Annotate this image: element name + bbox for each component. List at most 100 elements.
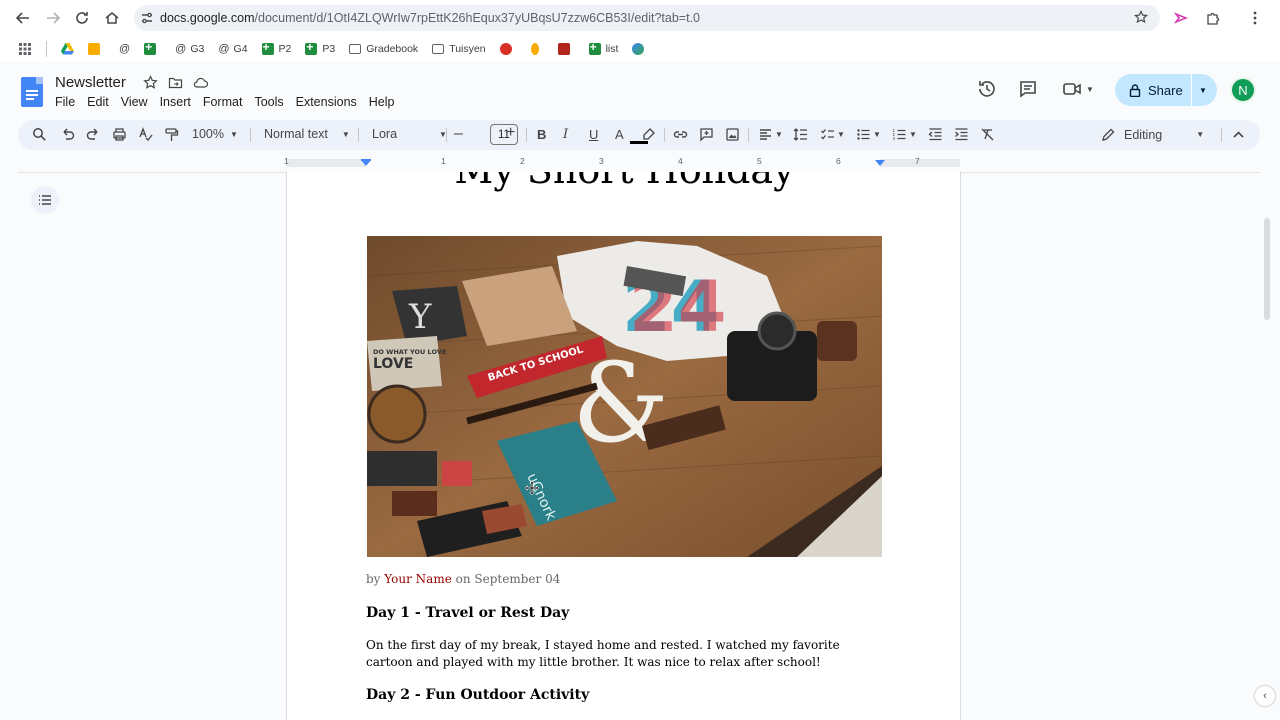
apps-grid-icon[interactable]	[18, 42, 32, 56]
sheets-icon	[261, 40, 274, 55]
site-info-icon[interactable]	[134, 11, 160, 25]
byline[interactable]: by Your Name on September 04	[366, 572, 560, 586]
menu-edit[interactable]: Edit	[87, 95, 109, 109]
bookmark-label: P2	[278, 43, 292, 55]
folder-icon	[432, 44, 445, 54]
menu-help[interactable]: Help	[369, 95, 395, 109]
bookmark-star-icon[interactable]	[1133, 10, 1149, 29]
menu-view[interactable]: View	[121, 95, 148, 109]
increase-font-size-button[interactable]: +	[506, 124, 515, 142]
editing-mode-select[interactable]: Editing ▼	[1101, 127, 1204, 142]
underline-button[interactable]: U	[589, 127, 598, 142]
chevron-down-icon: ▼	[775, 130, 783, 139]
menu-format[interactable]: Format	[203, 95, 243, 109]
day2-heading[interactable]: Day 2 - Fun Outdoor Activity	[366, 687, 589, 703]
clear-formatting-icon[interactable]	[980, 127, 995, 142]
bookmark-drive[interactable]	[61, 43, 74, 55]
menu-extensions[interactable]: Extensions	[296, 95, 357, 109]
align-icon[interactable]: ▼	[758, 127, 783, 142]
bookmark-sheet-1[interactable]	[144, 40, 161, 55]
left-indent-marker[interactable]	[361, 160, 371, 166]
increase-indent-icon[interactable]	[954, 127, 969, 142]
menu-insert[interactable]: Insert	[160, 95, 191, 109]
menu-tools[interactable]: Tools	[254, 95, 283, 109]
undo-icon[interactable]	[60, 127, 75, 142]
sheets-icon	[588, 40, 601, 55]
forward-icon[interactable]	[38, 3, 68, 33]
document-heading[interactable]: My Short Holiday	[287, 172, 960, 192]
bookmark-list[interactable]: list	[588, 40, 618, 55]
browser-menu-icon[interactable]	[1242, 5, 1268, 31]
bulleted-list-icon[interactable]: ▼	[856, 127, 881, 142]
insert-link-icon[interactable]	[673, 127, 688, 142]
ruler-number: 4	[678, 156, 683, 166]
hide-menus-icon[interactable]	[1231, 127, 1246, 142]
document-title[interactable]: Newsletter	[55, 74, 126, 91]
share-button[interactable]: Share ▼	[1115, 74, 1217, 106]
text-color-button[interactable]: A	[615, 127, 624, 142]
document-page[interactable]: My Short Holiday 24 24 Y	[286, 172, 961, 720]
paint-format-icon[interactable]	[164, 127, 179, 142]
line-spacing-icon[interactable]	[793, 127, 808, 142]
zoom-select[interactable]: 100% ▼	[192, 127, 238, 141]
font-value: Lora	[372, 127, 398, 141]
toolbar-divider	[664, 128, 665, 142]
bookmark-g4[interactable]: @ G4	[218, 43, 247, 55]
holiday-photo[interactable]: 24 24 Y DO WHAT YOU LOVE LOVE BACK TO SC…	[367, 236, 882, 557]
right-indent-marker[interactable]	[875, 160, 885, 166]
bookmark-tuisyen[interactable]: Tuisyen	[432, 43, 486, 55]
decrease-indent-icon[interactable]	[928, 127, 943, 142]
search-menus-icon[interactable]	[32, 127, 47, 142]
menu-file[interactable]: File	[55, 95, 75, 109]
avatar[interactable]: N	[1230, 77, 1256, 103]
bookmark-g3[interactable]: @ G3	[175, 43, 204, 55]
move-folder-icon[interactable]	[168, 75, 183, 95]
print-icon[interactable]	[112, 127, 127, 142]
day1-paragraph[interactable]: On the first day of my break, I stayed h…	[366, 637, 886, 671]
bookmark-edge[interactable]	[632, 43, 649, 55]
spellcheck-icon[interactable]	[138, 127, 153, 142]
bookmark-coin[interactable]	[530, 43, 544, 55]
author-name: Your Name	[384, 572, 452, 586]
ruler-margin-left	[286, 159, 366, 167]
decrease-font-size-button[interactable]: –	[454, 125, 463, 143]
address-bar[interactable]: docs.google.com/document/d/1OtI4ZLQWrIw7…	[134, 5, 1160, 31]
add-comment-icon[interactable]	[699, 127, 714, 142]
star-icon[interactable]	[143, 75, 158, 95]
extensions-puzzle-icon[interactable]	[1199, 5, 1225, 31]
bookmark-p3[interactable]: P3	[305, 40, 335, 55]
home-icon[interactable]	[97, 3, 127, 33]
bookmark-red-square[interactable]	[557, 43, 575, 55]
web-icon: @	[175, 43, 187, 55]
meet-video-icon[interactable]: ▼	[1062, 79, 1094, 99]
redo-icon[interactable]	[86, 127, 101, 142]
docs-logo-icon[interactable]	[21, 77, 43, 107]
comments-icon[interactable]	[1018, 79, 1038, 104]
extension-gemini-icon[interactable]	[1168, 5, 1194, 31]
bold-button[interactable]: B	[537, 127, 546, 142]
back-icon[interactable]	[8, 3, 38, 33]
formatting-toolbar: 100% ▼ Normal text ▼ Lora ▼ – 11 + B I U A …	[18, 120, 1260, 150]
bookmark-label: Gradebook	[366, 43, 419, 55]
document-outline-icon[interactable]	[31, 186, 59, 214]
paragraph-style-select[interactable]: Normal text ▼	[264, 127, 350, 141]
numbered-list-icon[interactable]: 1 2 3 ▼	[892, 127, 917, 142]
vertical-scrollbar[interactable]	[1264, 218, 1270, 320]
font-select[interactable]: Lora ▼	[372, 127, 447, 141]
side-panel-toggle-icon[interactable]: ‹	[1255, 686, 1275, 706]
reload-icon[interactable]	[67, 3, 97, 33]
bookmark-classroom[interactable]	[88, 43, 105, 55]
bookmark-web-1[interactable]: @	[119, 43, 130, 55]
italic-button[interactable]: I	[563, 127, 568, 142]
insert-image-icon[interactable]	[725, 127, 740, 142]
share-dropdown-icon[interactable]: ▼	[1199, 86, 1207, 95]
bookmark-p2[interactable]: P2	[261, 40, 292, 55]
highlight-color-icon[interactable]	[641, 127, 656, 142]
cloud-saved-icon[interactable]	[193, 75, 209, 95]
bookmark-gradebook[interactable]: Gradebook	[349, 43, 418, 55]
version-history-icon[interactable]	[977, 79, 997, 104]
bookmark-alert[interactable]	[499, 43, 517, 55]
checklist-icon[interactable]: ▼	[820, 127, 845, 142]
day1-heading[interactable]: Day 1 - Travel or Rest Day	[366, 605, 569, 621]
title-icons	[143, 75, 209, 95]
